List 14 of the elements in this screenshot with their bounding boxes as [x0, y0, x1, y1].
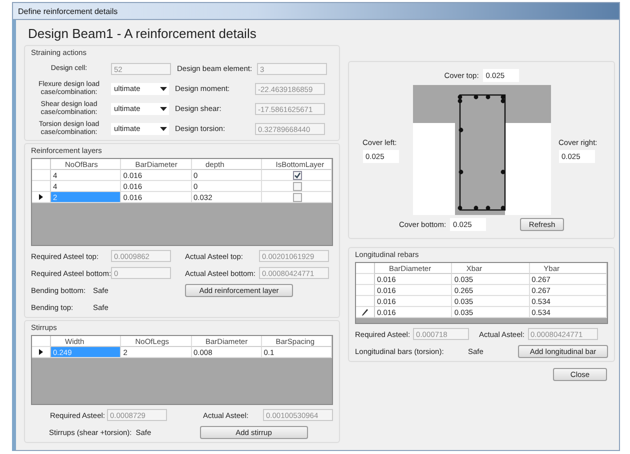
- current-row-icon: [39, 194, 43, 200]
- caret-icon: [160, 126, 167, 130]
- dialog-heading: Design Beam1 - A reinforcement details: [28, 26, 258, 41]
- row-header[interactable]: [356, 307, 375, 318]
- checkbox[interactable]: [292, 192, 302, 202]
- caret-icon: [160, 86, 167, 90]
- pencil-icon: [362, 308, 368, 316]
- checkbox[interactable]: [292, 182, 302, 190]
- row-header[interactable]: [32, 347, 51, 358]
- current-row-icon: [39, 349, 43, 355]
- window-title: Define reinforcement details: [18, 6, 118, 16]
- caret-icon: [160, 106, 167, 110]
- row-header[interactable]: [32, 192, 51, 203]
- checkbox[interactable]: [292, 170, 302, 180]
